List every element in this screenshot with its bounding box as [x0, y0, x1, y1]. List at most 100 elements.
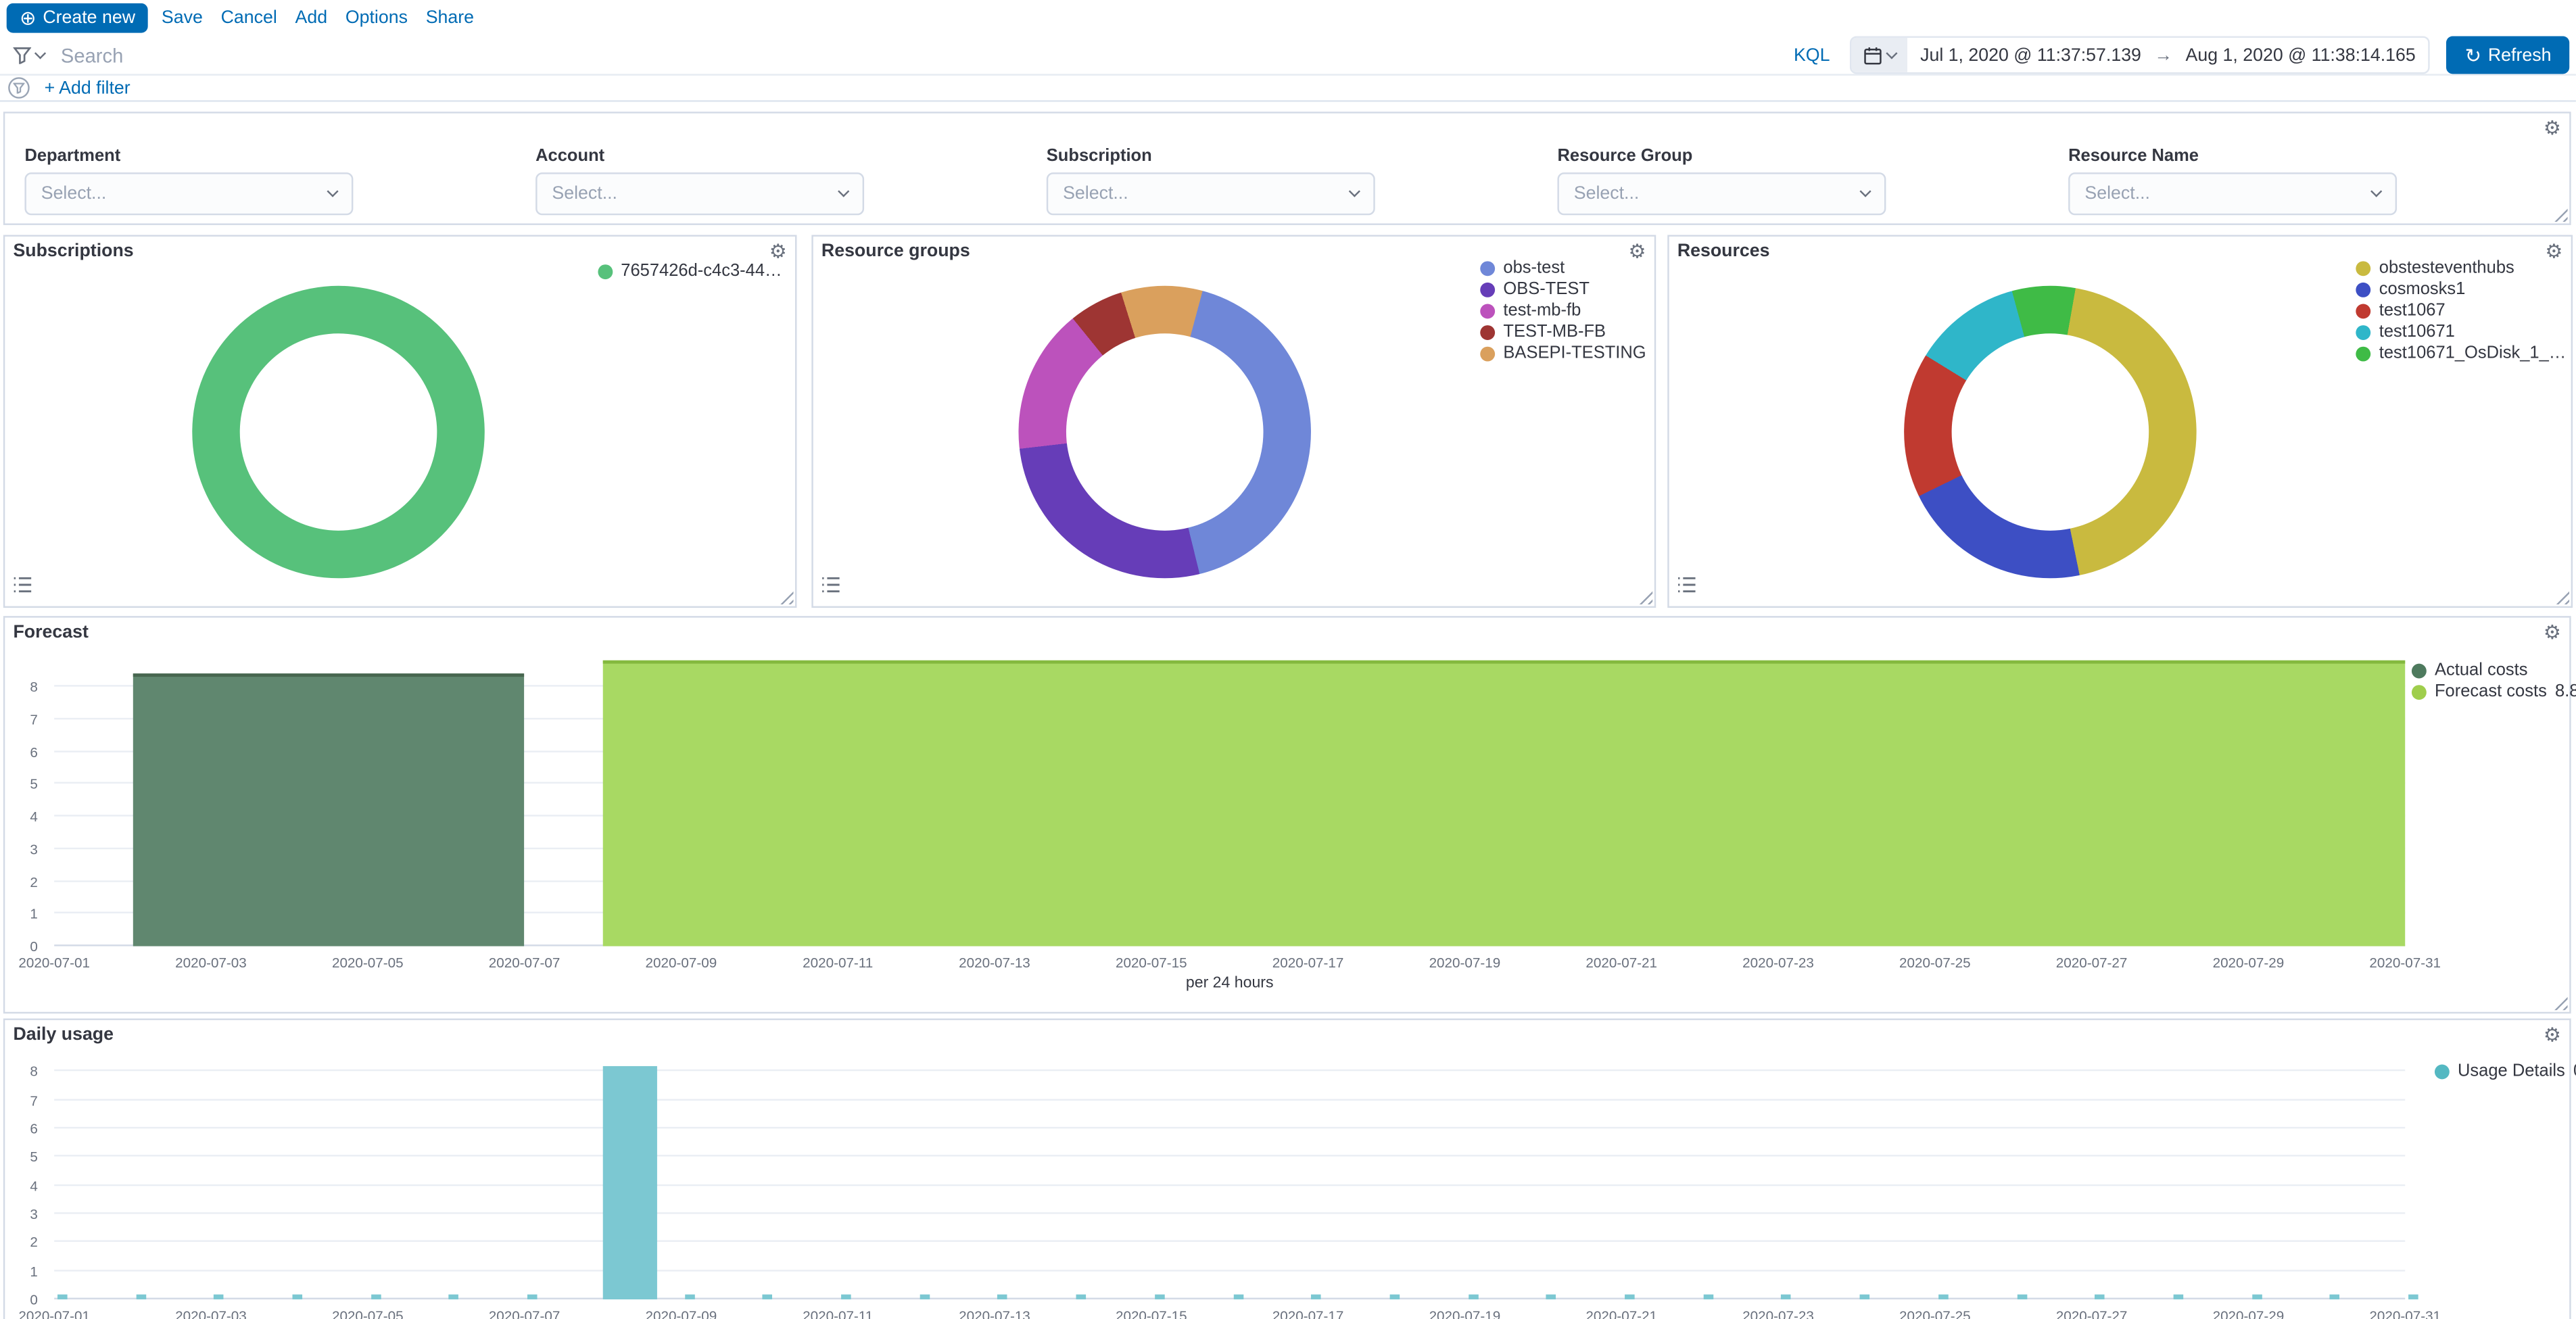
legend-item[interactable]: obs-test	[1480, 260, 1646, 278]
legend-item[interactable]: BASEPI-TESTING	[1480, 345, 1646, 363]
legend-toggle-button[interactable]	[1674, 570, 1700, 601]
legend-item[interactable]: Forecast costs8.824	[2412, 684, 2556, 702]
panel-settings-button[interactable]: ⚙	[2542, 1020, 2562, 1048]
panel-settings-button[interactable]: ⚙	[2542, 618, 2562, 646]
refresh-icon: ↻	[2465, 45, 2481, 65]
panel-filter-controls: ⚙ Department Select... Account Select...…	[3, 112, 2571, 225]
legend-item[interactable]: test10671_OsDisk_1_…	[2356, 345, 2567, 363]
chevron-down-icon	[838, 185, 849, 197]
legend-item[interactable]: 7657426d-c4c3-44…	[598, 263, 782, 281]
gear-icon: ⚙	[2544, 1024, 2561, 1047]
filter-circle-icon[interactable]	[8, 77, 30, 99]
create-new-button[interactable]: ⊕ Create new	[7, 3, 149, 33]
account-select[interactable]: Select...	[535, 172, 864, 215]
resize-handle[interactable]	[1638, 590, 1653, 604]
legend-dot	[1480, 261, 1495, 276]
legend-item[interactable]: test1067	[2356, 302, 2567, 320]
resize-handle[interactable]	[779, 590, 794, 604]
legend-item[interactable]: OBS-TEST	[1480, 281, 1646, 299]
resize-handle[interactable]	[2553, 995, 2568, 1010]
y-axis-tick-label: 1	[30, 1263, 38, 1279]
panel-subscriptions: Subscriptions ⚙ 7657426d-c4c3-44…	[3, 235, 797, 608]
subscription-select[interactable]: Select...	[1047, 172, 1375, 215]
area-series[interactable]	[133, 674, 525, 946]
bar[interactable]	[2408, 1295, 2418, 1299]
legend-item[interactable]: cosmosks1	[2356, 281, 2567, 299]
chart-legend: 7657426d-c4c3-44…	[598, 263, 782, 281]
filter-icon	[13, 46, 31, 64]
resource-group-control: Resource Group Select...	[1557, 146, 1886, 215]
resource-group-select[interactable]: Select...	[1557, 172, 1886, 215]
donut-chart[interactable]	[1018, 286, 1311, 579]
date-picker: Jul 1, 2020 @ 11:37:57.139 → Aug 1, 2020…	[1850, 36, 2431, 74]
resource-name-control: Resource Name Select...	[2068, 146, 2397, 215]
legend-toggle-button[interactable]	[818, 570, 844, 601]
x-axis-tick-label: 2020-07-07	[489, 1308, 560, 1319]
x-axis-tick-label: 2020-07-31	[2369, 1308, 2441, 1319]
kql-button[interactable]: KQL	[1784, 45, 1840, 65]
control-label: Account	[535, 146, 864, 166]
donut-chart[interactable]	[1904, 286, 2197, 579]
legend-dot	[2356, 261, 2371, 276]
x-axis-title: per 24 hours	[54, 974, 2405, 992]
x-axis-tick-label: 2020-07-15	[1116, 955, 1187, 971]
date-start-button[interactable]: Jul 1, 2020 @ 11:37:57.139	[1907, 45, 2155, 65]
legend-item[interactable]: test10671	[2356, 324, 2567, 342]
legend-item[interactable]: Actual costs	[2412, 662, 2556, 680]
panel-settings-button[interactable]: ⚙	[2542, 114, 2562, 141]
resize-handle[interactable]	[2554, 590, 2569, 604]
nav-item-share[interactable]: Share	[426, 8, 474, 28]
nav-item-cancel[interactable]: Cancel	[221, 8, 277, 28]
nav-item-add[interactable]: Add	[295, 8, 328, 28]
department-select[interactable]: Select...	[24, 172, 353, 215]
area-series[interactable]	[602, 660, 2405, 946]
legend-item[interactable]: obstesteventhubs	[2356, 260, 2567, 278]
control-label: Resource Name	[2068, 146, 2397, 166]
legend-dot	[1480, 304, 1495, 319]
legend-toggle-button[interactable]	[10, 570, 37, 601]
select-placeholder: Select...	[1574, 184, 1640, 203]
y-axis-tick-label: 4	[30, 1178, 38, 1194]
resize-handle[interactable]	[2553, 207, 2568, 222]
refresh-button[interactable]: ↻ Refresh	[2447, 36, 2569, 74]
calendar-button[interactable]	[1851, 38, 1907, 72]
gear-icon: ⚙	[769, 240, 787, 263]
resource-name-select[interactable]: Select...	[2068, 172, 2397, 215]
y-axis-tick-label: 8	[30, 1063, 38, 1080]
legend-dot	[1480, 347, 1495, 362]
select-placeholder: Select...	[2084, 184, 2150, 203]
chart-legend: Usage Details0	[2435, 1063, 2560, 1081]
y-axis-tick-label: 3	[30, 1206, 38, 1222]
query-bar: KQL Jul 1, 2020 @ 11:37:57.139 → Aug 1, …	[0, 36, 2576, 75]
x-axis-tick-label: 2020-07-13	[959, 1308, 1030, 1319]
x-axis: 2020-07-012020-07-032020-07-052020-07-07…	[54, 946, 2405, 969]
gridline	[54, 1155, 2405, 1157]
search-input[interactable]	[61, 39, 1774, 72]
nav-item-save[interactable]: Save	[162, 8, 203, 28]
legend-dot	[2356, 347, 2371, 362]
legend-item[interactable]: TEST-MB-FB	[1480, 324, 1646, 342]
legend-item[interactable]: Usage Details0	[2435, 1063, 2560, 1081]
date-end-button[interactable]: Aug 1, 2020 @ 11:38:14.165	[2172, 45, 2429, 65]
legend-item[interactable]: test-mb-fb	[1480, 302, 1646, 320]
x-axis-tick-label: 2020-07-09	[646, 1308, 717, 1319]
nav-item-options[interactable]: Options	[345, 8, 408, 28]
x-axis-tick-label: 2020-07-19	[1429, 1308, 1501, 1319]
gridline	[54, 1070, 2405, 1072]
x-axis-tick-label: 2020-07-09	[646, 955, 717, 971]
x-axis-tick-label: 2020-07-11	[803, 955, 873, 971]
x-axis-tick-label: 2020-07-21	[1585, 1308, 1657, 1319]
saved-query-button[interactable]	[7, 39, 51, 72]
panel-settings-button[interactable]: ⚙	[767, 237, 788, 264]
donut-chart[interactable]	[192, 286, 485, 579]
filter-icon	[13, 82, 24, 93]
chart-legend: Actual costs Forecast costs8.824	[2412, 662, 2556, 701]
bar[interactable]	[602, 1066, 657, 1299]
chevron-down-icon	[1859, 185, 1871, 197]
legend-label: test-mb-fb	[1503, 302, 1581, 320]
gridline	[54, 1212, 2405, 1214]
legend-label: obstesteventhubs	[2379, 260, 2514, 278]
x-axis-tick-label: 2020-07-07	[489, 955, 560, 971]
panel-title: Daily usage	[13, 1025, 114, 1045]
add-filter-button[interactable]: + Add filter	[45, 78, 130, 97]
